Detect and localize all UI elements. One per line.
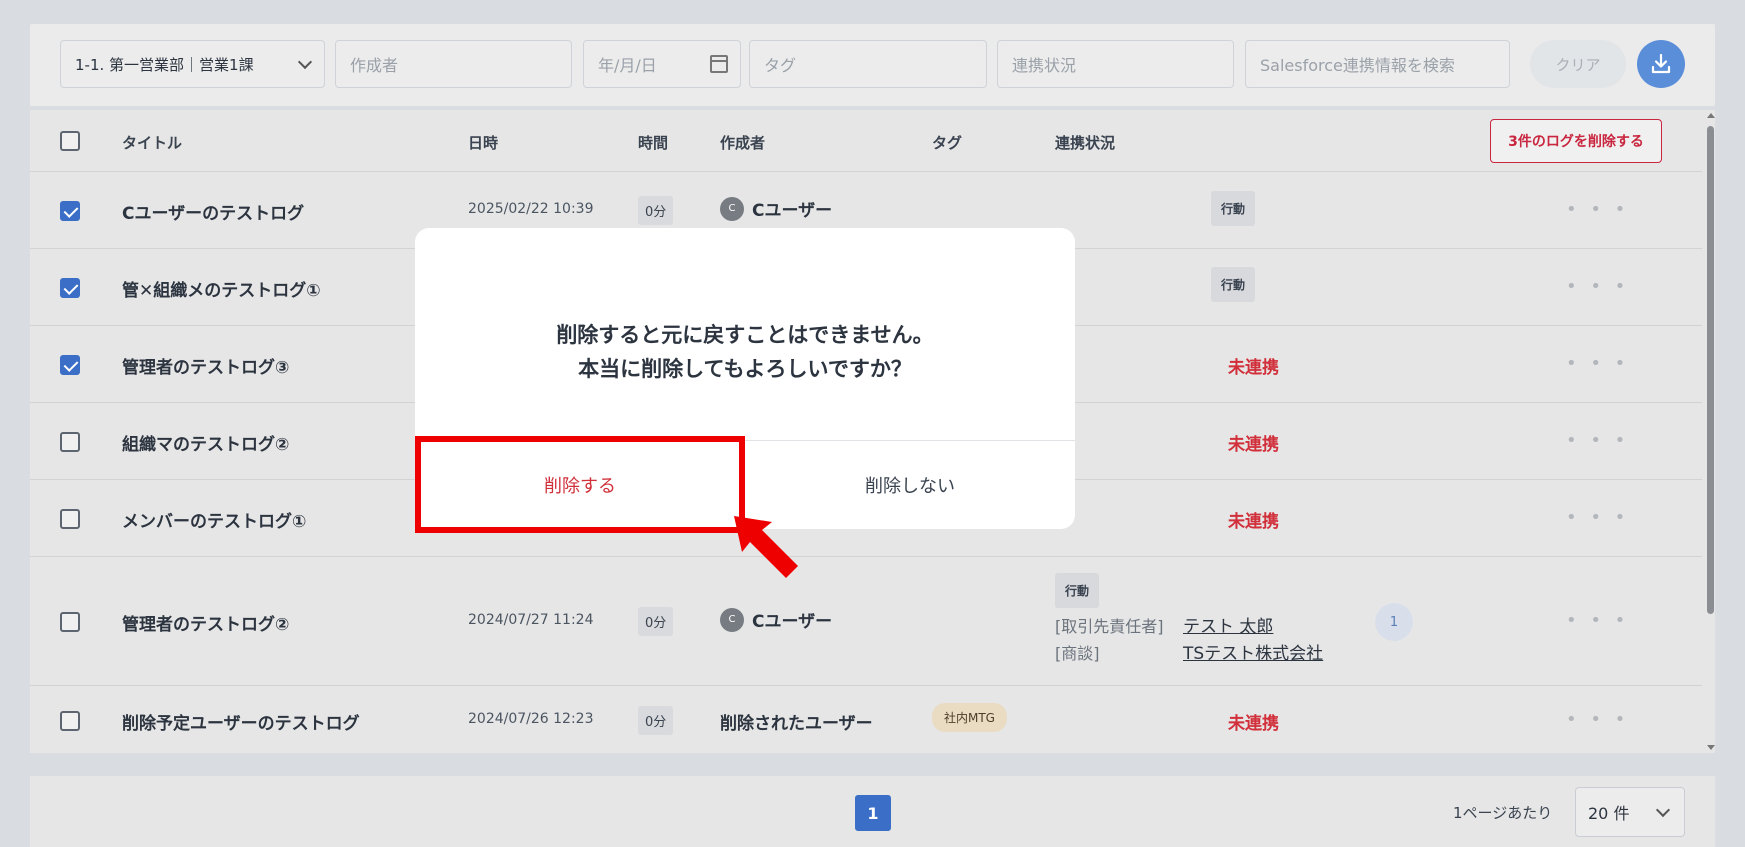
chevron-down-icon [1655, 802, 1671, 818]
clear-button[interactable]: クリア [1530, 40, 1626, 88]
more-options-icon[interactable]: • • • [1566, 353, 1629, 374]
table-row[interactable]: 削除予定ユーザーのテストログ 2024/07/26 12:23 0分 削除された… [30, 687, 1702, 753]
dialog-message: 削除すると元に戻すことはできません。 本当に削除してもよろしいですか？ [415, 318, 1075, 386]
author-filter-placeholder: 作成者 [350, 56, 399, 75]
row-checkbox[interactable] [60, 355, 80, 375]
activity-badge: 行動 [1055, 573, 1100, 608]
header-duration: 時間 [638, 134, 669, 152]
sf-contact-link[interactable]: テスト 太郎 [1183, 612, 1273, 637]
per-page-value: 20 件 [1588, 804, 1630, 823]
tag-filter-placeholder: タグ [764, 56, 797, 75]
row-title[interactable]: 組織マのテストログ② [122, 430, 289, 455]
row-title[interactable]: メンバーのテストログ① [122, 507, 306, 532]
header-author: 作成者 [720, 134, 766, 152]
more-options-icon[interactable]: • • • [1566, 199, 1629, 220]
calendar-icon[interactable] [710, 55, 728, 73]
table-header: タイトル 日時 時間 作成者 タグ 連携状況 3件のログを削除する [30, 110, 1702, 172]
row-author-name: Cユーザー [752, 612, 833, 632]
link-status-filter-input[interactable]: 連携状況 [997, 40, 1234, 88]
row-checkbox[interactable] [60, 612, 80, 632]
row-checkbox[interactable] [60, 711, 80, 731]
linked-count-badge[interactable]: 1 [1375, 603, 1413, 641]
avatar: C [720, 607, 744, 632]
table-row[interactable]: 管理者のテストログ② 2024/07/27 11:24 0分 C Cユーザー 行… [30, 558, 1702, 686]
activity-badge: 行動 [1211, 267, 1256, 302]
more-options-icon[interactable]: • • • [1566, 709, 1629, 730]
row-duration: 0分 [638, 607, 674, 636]
row-title[interactable]: 管理者のテストログ② [122, 610, 289, 635]
row-checkbox[interactable] [60, 432, 80, 452]
header-tag: タグ [932, 134, 963, 152]
download-button[interactable] [1637, 40, 1685, 88]
more-options-icon[interactable]: • • • [1566, 507, 1629, 528]
scrollbar-thumb[interactable] [1707, 126, 1714, 614]
pointer-arrow-icon [734, 516, 798, 578]
header-datetime: 日時 [468, 134, 499, 152]
row-checkbox[interactable] [60, 201, 80, 221]
scroll-up-icon[interactable] [1707, 113, 1715, 118]
row-title[interactable]: Cユーザーのテストログ [122, 199, 304, 224]
pagination-bar: 1 1ページあたり 20 件 [30, 776, 1715, 847]
sf-contact-label: [取引先責任者] [1055, 617, 1164, 636]
avatar: C [720, 196, 744, 221]
date-filter-input[interactable]: 年/月/日 [583, 40, 741, 88]
link-status-unlinked: 未連携 [1228, 714, 1279, 734]
department-select[interactable]: 1-1. 第一営業部｜営業1課 [60, 40, 325, 88]
table-scrollbar[interactable] [1705, 110, 1715, 753]
tag-filter-input[interactable]: タグ [749, 40, 987, 88]
author-filter-input[interactable]: 作成者 [335, 40, 572, 88]
row-checkbox[interactable] [60, 278, 80, 298]
header-link-status: 連携状況 [1055, 134, 1116, 152]
row-datetime: 2024/07/26 12:23 [468, 711, 594, 727]
more-options-icon[interactable]: • • • [1566, 430, 1629, 451]
row-duration: 0分 [638, 196, 674, 225]
sf-opportunity-link[interactable]: TSテスト株式会社 [1183, 639, 1323, 664]
row-title[interactable]: 管理者のテストログ③ [122, 353, 289, 378]
activity-badge: 行動 [1211, 191, 1256, 226]
dialog-message-line-1: 削除すると元に戻すことはできません。 [556, 323, 934, 347]
per-page-select[interactable]: 20 件 [1575, 787, 1685, 837]
row-checkbox[interactable] [60, 509, 80, 529]
dialog-message-line-2: 本当に削除してもよろしいですか？ [578, 357, 912, 381]
link-status-unlinked: 未連携 [1228, 358, 1279, 378]
link-status-unlinked: 未連携 [1228, 512, 1279, 532]
chevron-down-icon [297, 54, 313, 70]
row-author: C Cユーザー [720, 196, 832, 221]
delete-selected-logs-button[interactable]: 3件のログを削除する [1490, 119, 1662, 163]
more-options-icon[interactable]: • • • [1566, 610, 1629, 631]
filter-bar: 1-1. 第一営業部｜営業1課 作成者 年/月/日 タグ 連携状況 Salesf… [30, 24, 1715, 106]
download-icon [1651, 53, 1671, 74]
select-all-checkbox[interactable] [60, 131, 80, 151]
more-options-icon[interactable]: • • • [1566, 276, 1629, 297]
row-title[interactable]: 管✕組織メのテストログ① [122, 276, 321, 301]
link-status-filter-placeholder: 連携状況 [1012, 56, 1077, 75]
row-duration: 0分 [638, 706, 674, 735]
header-title: タイトル [122, 134, 183, 152]
link-status-unlinked: 未連携 [1228, 435, 1279, 455]
highlight-box [415, 436, 745, 533]
row-title[interactable]: 削除予定ユーザーのテストログ [122, 709, 360, 734]
date-filter-placeholder: 年/月/日 [598, 56, 657, 75]
row-author: 削除されたユーザー [720, 714, 873, 734]
salesforce-search-input[interactable]: Salesforce連携情報を検索 [1245, 40, 1510, 88]
department-select-value: 1-1. 第一営業部｜営業1課 [75, 55, 254, 74]
scroll-down-icon[interactable] [1707, 745, 1715, 750]
row-datetime: 2024/07/27 11:24 [468, 612, 594, 628]
salesforce-search-placeholder: Salesforce連携情報を検索 [1260, 56, 1455, 75]
per-page-label: 1ページあたり [1453, 804, 1553, 822]
row-datetime: 2025/02/22 10:39 [468, 201, 594, 217]
tag-pill: 社内MTG [932, 703, 1007, 732]
row-author: C Cユーザー [720, 607, 832, 632]
page-1-button[interactable]: 1 [855, 795, 891, 831]
sf-opportunity-label: [商談] [1055, 644, 1100, 663]
row-author-name: Cユーザー [752, 201, 833, 221]
